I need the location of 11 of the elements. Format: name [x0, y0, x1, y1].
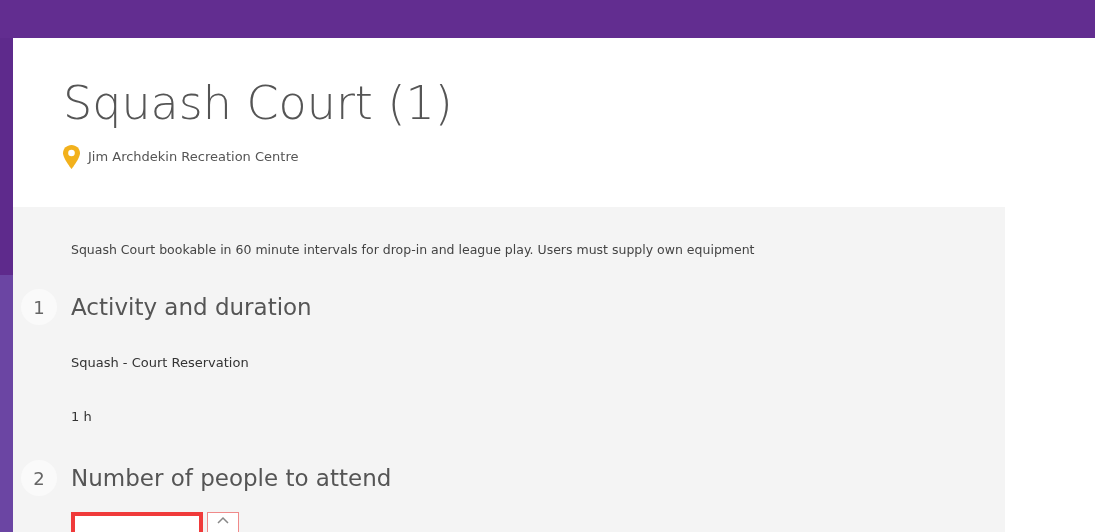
- map-pin-icon: [63, 144, 80, 169]
- step-number: 1: [21, 289, 57, 326]
- step-heading: Number of people to attend: [71, 464, 392, 494]
- caret-up-icon: [217, 516, 229, 525]
- step-detail-text: Squash - Court Reservation: [71, 354, 250, 373]
- step-heading: Activity and duration: [71, 293, 312, 323]
- location-text: Jim Archdekin Recreation Centre: [88, 147, 299, 166]
- step-number: 2: [21, 460, 57, 497]
- description-text: Squash Court bookable in 60 minute intervals for drop-in and league play. Users must supply own equipment: [71, 240, 756, 259]
- page-title: Squash Court (1): [63, 78, 454, 129]
- step-detail-text: 1 h: [71, 407, 93, 426]
